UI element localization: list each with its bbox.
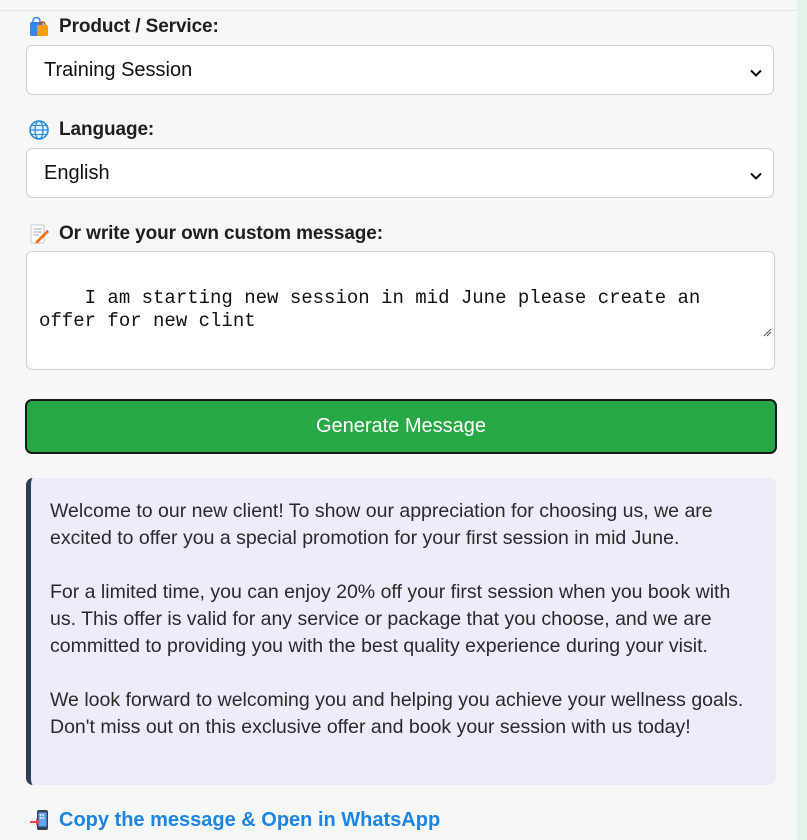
custom-message-label: Or write your own custom message: <box>28 221 383 247</box>
message-paragraph: For a limited time, you can enjoy 20% of… <box>50 581 731 657</box>
mobile-phone-arrow-icon <box>29 809 51 831</box>
custom-message-label-text: Or write your own custom message: <box>59 223 384 244</box>
product-select-value: Training Session <box>44 58 193 81</box>
product-label: Product / Service: <box>28 14 219 40</box>
copy-open-whatsapp-text: Copy the message & Open in WhatsApp <box>59 808 441 831</box>
resize-grip-icon[interactable] <box>694 298 772 367</box>
language-label: Language: <box>28 117 154 143</box>
product-select[interactable]: Training Session <box>26 45 774 95</box>
custom-message-value: I am starting new session in mid June pl… <box>39 287 712 332</box>
product-label-text: Product / Service: <box>59 16 219 37</box>
message-paragraph: We look forward to welcoming you and hel… <box>50 689 744 738</box>
background-strip <box>797 0 807 840</box>
language-label-text: Language: <box>59 119 155 140</box>
message-paragraph: Welcome to our new client! To show our a… <box>50 500 713 549</box>
generate-message-button[interactable]: Generate Message <box>25 399 777 454</box>
chevron-down-icon <box>749 63 763 86</box>
language-select-value: English <box>44 161 110 184</box>
shopping-bag-icon <box>28 16 50 38</box>
generate-message-button-label: Generate Message <box>315 415 487 437</box>
language-select[interactable]: English <box>26 148 774 198</box>
custom-message-textarea[interactable]: I am starting new session in mid June pl… <box>26 251 775 370</box>
page: Product / Service: Training Session Lang… <box>0 0 807 840</box>
copy-open-whatsapp-link[interactable]: Copy the message & Open in WhatsApp <box>29 806 440 834</box>
globe-icon <box>28 119 50 141</box>
memo-pencil-icon <box>28 223 50 245</box>
chevron-down-icon <box>749 166 763 189</box>
generated-message-box: Welcome to our new client! To show our a… <box>26 478 776 785</box>
